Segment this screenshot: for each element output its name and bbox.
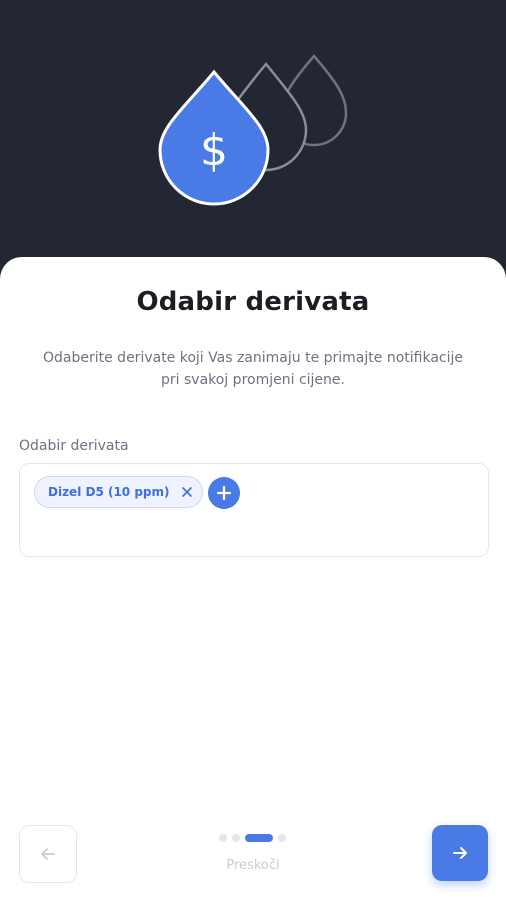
page-subtitle: Odaberite derivate koji Vas zanimaju te …	[20, 347, 486, 391]
page-dot	[219, 834, 227, 842]
close-icon[interactable]	[180, 485, 194, 499]
fuel-drops-illustration: $	[158, 54, 348, 206]
plus-icon	[217, 486, 231, 500]
back-button[interactable]	[19, 825, 77, 883]
field-label: Odabir derivata	[19, 438, 129, 454]
page-dot-active	[245, 834, 273, 842]
arrow-right-icon	[453, 847, 467, 859]
dollar-icon: $	[200, 125, 228, 176]
subtitle-line-1: Odaberite derivate koji Vas zanimaju te …	[43, 350, 463, 366]
pagination-dots	[219, 834, 286, 842]
next-button[interactable]	[432, 825, 488, 881]
page-title: Odabir derivata	[136, 287, 370, 317]
add-derivative-button[interactable]	[208, 477, 240, 509]
derivative-select-field[interactable]: Dizel D5 (10 ppm)	[19, 463, 489, 557]
subtitle-line-2: pri svakoj promjeni cijene.	[161, 372, 345, 388]
skip-link[interactable]: Preskoči	[0, 858, 506, 873]
chip-label: Dizel D5 (10 ppm)	[48, 485, 170, 499]
content-sheet: Odabir derivata Odaberite derivate koji …	[0, 257, 506, 900]
hero-illustration: $	[0, 0, 506, 270]
page-dot	[278, 834, 286, 842]
page-dot	[232, 834, 240, 842]
selected-chip[interactable]: Dizel D5 (10 ppm)	[34, 476, 203, 508]
